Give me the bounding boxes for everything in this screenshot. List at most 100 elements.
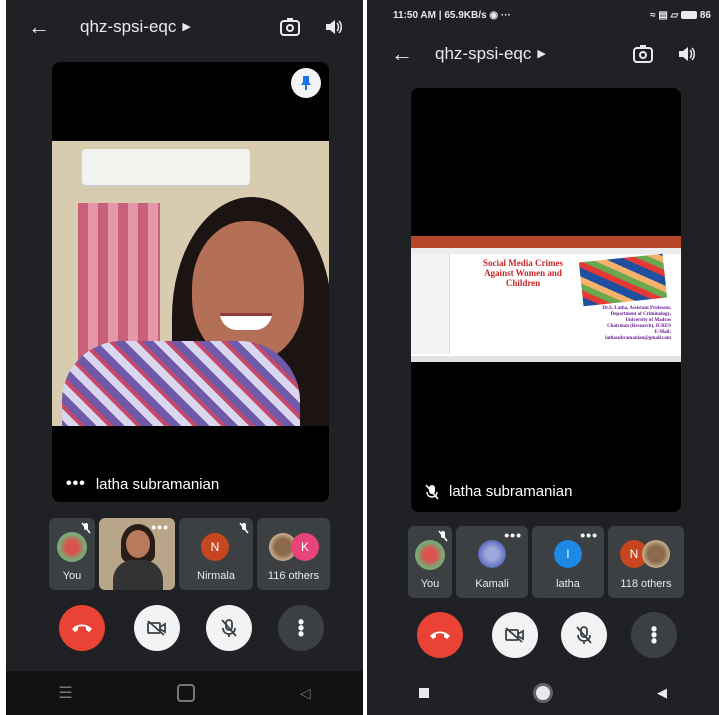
more-options-button[interactable]: • • • [631,612,677,658]
participant-label: You [62,570,82,582]
participant-label: 116 others [267,570,320,582]
participant-label: You [420,578,440,590]
meeting-code-label: qhz-spsi-eqc [435,44,532,63]
camera-off-icon [147,620,166,636]
signal-icon: ▱ [670,10,679,21]
menu-icon[interactable]: ☰ [58,683,72,703]
home-icon[interactable] [177,684,196,702]
participant-label: Nirmala [197,570,235,582]
avatar-initial: K [291,533,319,561]
meeting-code-title[interactable]: qhz-spsi-eqc ▶ [80,13,191,43]
switch-camera-icon[interactable] [278,13,302,41]
back-arrow-icon[interactable]: ← [391,40,413,68]
more-dots-icon: ··· [500,10,511,21]
call-controls: • • • [6,605,363,655]
participant-strip: You ••• N Nirmala K 116 others [49,518,330,593]
participant-tile-you[interactable]: You [49,518,95,590]
mic-off-icon [81,521,91,539]
meeting-code-title[interactable]: qhz-spsi-eqc ▶ [435,40,546,70]
participant-tile-you[interactable]: You [408,526,452,598]
camera-toggle-button[interactable] [134,605,180,651]
more-dots-icon[interactable]: ••• [66,475,86,493]
camera-off-icon [505,627,524,643]
end-call-icon [72,624,92,632]
speaker-video [52,141,329,426]
home-icon[interactable] [533,683,553,703]
more-dots-icon[interactable]: ••• [504,527,522,543]
pin-icon[interactable] [291,68,321,98]
sari [62,341,300,426]
speaker-name-row: latha subramanian [425,483,572,500]
more-vert-icon: • • • [297,612,305,644]
end-call-button[interactable] [59,605,105,651]
speaker-name-row: ••• latha subramanian [66,475,219,493]
meeting-top-bar: ← qhz-spsi-eqc ▶ [6,13,363,41]
participant-strip: You ••• Kamali l ••• latha N 118 others [408,526,684,598]
slide-collage-image [578,253,668,307]
speaker-icon[interactable] [322,13,346,41]
battery-level: 86 [699,10,711,21]
back-icon[interactable]: ◁ [300,685,311,702]
mic-off-icon [221,619,237,637]
speaker-name: latha subramanian [95,475,220,493]
participant-tile-others[interactable]: N 118 others [608,526,684,598]
slide-author-line: lathasubramanian@gmail.com [605,336,671,341]
mic-toggle-button[interactable] [561,612,607,658]
switch-camera-icon[interactable] [631,40,655,68]
android-nav-bar: ◀ [367,671,719,715]
camera-toggle-button[interactable] [492,612,538,658]
mic-off-icon [425,483,439,500]
participant-tile-nirmala[interactable]: N Nirmala [179,518,253,590]
main-speaker-tile[interactable]: ••• latha subramanian [52,62,329,502]
caret-icon: ▶ [537,48,546,60]
more-options-button[interactable]: • • • [278,605,324,651]
participant-tile-others[interactable]: K 116 others [257,518,330,590]
call-controls: • • • [367,612,719,662]
speaker-name: latha subramanian [449,483,573,500]
main-presentation-tile[interactable]: Social Media Crimes Against Women and Ch… [411,88,681,512]
avatar [478,540,506,568]
sync-icon: ◉ [489,10,499,21]
ppt-status-bar [411,356,681,362]
right-phone-screen: 11:50 AM | 65.9KB/s ◉ ··· ≈ ▤ ▱ 86 ← qhz… [367,0,719,715]
meeting-code-label: qhz-spsi-eqc [80,17,177,36]
participant-body [113,560,163,590]
meeting-top-bar: ← qhz-spsi-eqc ▶ [367,40,719,68]
avatar-initial: N [201,533,229,561]
mic-off-icon [239,521,249,539]
back-icon[interactable]: ◀ [657,685,667,701]
face [192,221,304,361]
battery-icon [681,11,698,20]
ppt-thumbnail-pane [411,254,450,354]
air-conditioner [82,149,250,185]
mic-off-icon [576,626,592,644]
more-vert-icon: • • • [650,619,658,651]
ppt-toolbar [411,248,681,254]
mic-off-icon [438,529,448,547]
status-bar: 11:50 AM | 65.9KB/s ◉ ··· ≈ ▤ ▱ 86 [367,8,719,26]
participant-tile-video[interactable]: ••• [99,518,175,590]
more-dots-icon[interactable]: ••• [580,527,598,543]
status-time: 11:50 AM | 65.9KB/s [393,10,487,21]
participant-face [126,530,150,558]
left-phone-screen: ← qhz-spsi-eqc ▶ ••• latha subramanian Y… [6,0,363,715]
recents-icon[interactable] [419,688,429,698]
android-nav-bar: ☰ ◁ [6,671,363,715]
avatar [642,540,670,568]
ppt-ribbon [411,236,681,248]
end-call-button[interactable] [417,612,463,658]
participant-label: Kamali [475,578,509,590]
mic-toggle-button[interactable] [206,605,252,651]
participant-tile-kamali[interactable]: ••• Kamali [456,526,528,598]
more-dots-icon[interactable]: ••• [151,519,169,535]
back-arrow-icon[interactable]: ← [28,13,50,41]
slide-title: Social Media Crimes Against Women and Ch… [483,258,563,288]
wifi-icon: ≈ [650,10,656,21]
shared-screen-slide: Social Media Crimes Against Women and Ch… [411,236,681,362]
participant-label: latha [556,578,580,590]
caret-icon: ▶ [182,21,191,33]
participant-tile-latha[interactable]: l ••• latha [532,526,604,598]
sim-icon: ▤ [658,10,668,21]
speaker-icon[interactable] [675,40,699,68]
participant-label: 118 others [620,578,672,590]
